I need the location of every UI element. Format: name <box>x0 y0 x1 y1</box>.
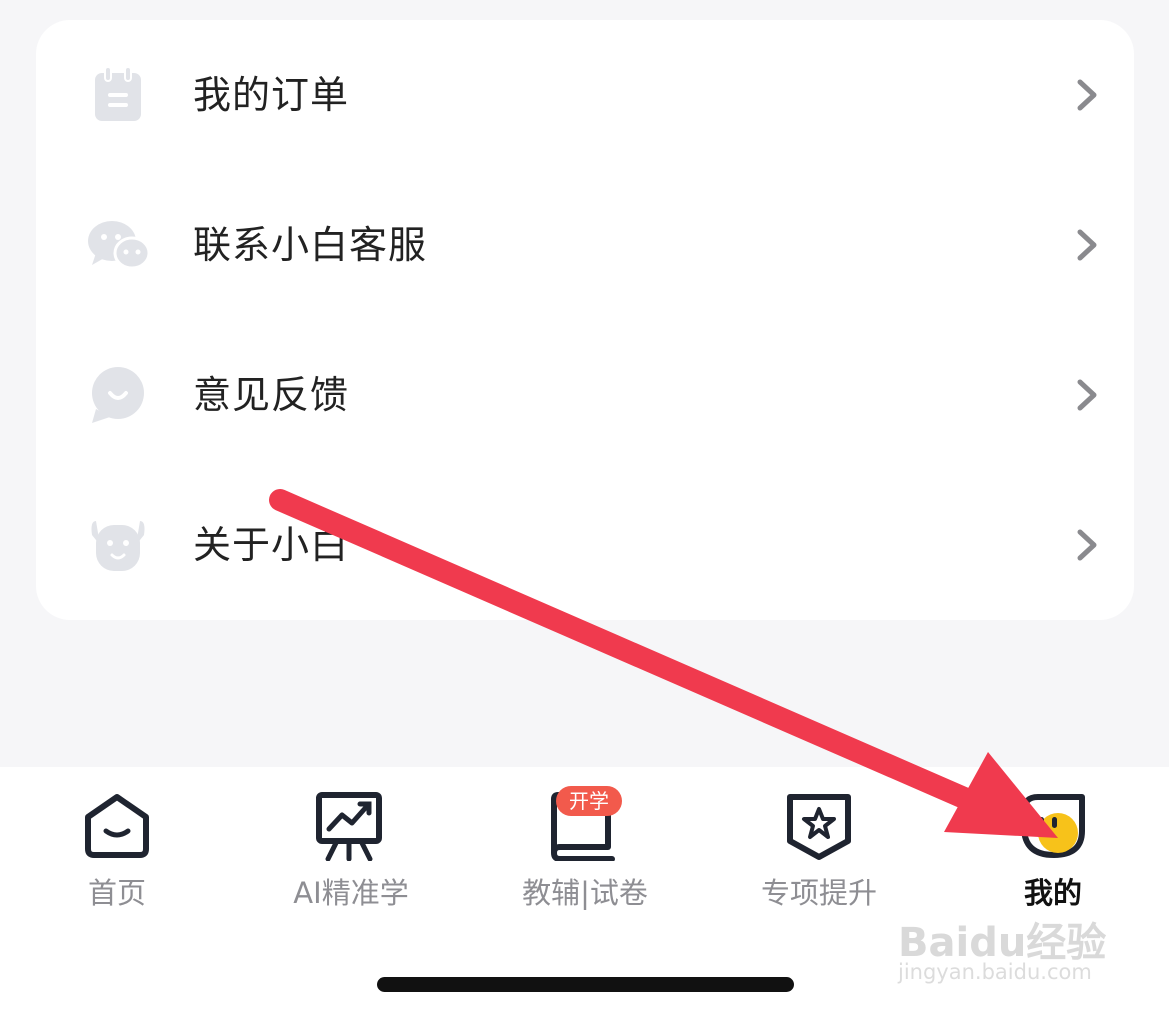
tab-label: 教辅|试卷 <box>522 876 648 910</box>
menu-item-contact-service[interactable]: 联系小白客服 <box>36 170 1134 320</box>
tab-label: 专项提升 <box>760 876 877 910</box>
menu-item-label: 意见反馈 <box>193 373 350 417</box>
tab-ai-learning[interactable]: AI精准学 <box>234 767 468 927</box>
menu-item-label: 联系小白客服 <box>193 223 428 267</box>
tab-label: 首页 <box>87 876 146 910</box>
tab-home[interactable]: 首页 <box>0 767 234 927</box>
chevron-right-icon <box>1077 529 1097 561</box>
star-shield-icon <box>787 794 851 860</box>
profile-face-icon <box>1021 794 1085 858</box>
new-term-badge: 开学 <box>556 786 622 816</box>
home-indicator[interactable] <box>377 977 794 992</box>
chevron-right-icon <box>1077 229 1097 261</box>
tab-special-improve[interactable]: 专项提升 <box>702 767 936 927</box>
tab-label: 我的 <box>1023 876 1082 910</box>
home-icon <box>85 794 149 858</box>
settings-menu-card: 我的订单 联系小白客服 意见反馈 关于小白 <box>36 20 1134 620</box>
menu-item-label: 我的订单 <box>193 73 350 117</box>
chart-board-icon <box>316 792 382 861</box>
watermark-url: jingyan.baidu.com <box>898 960 1092 984</box>
tab-mine[interactable]: 我的 <box>936 767 1169 927</box>
wechat-chat-icon <box>88 221 148 270</box>
chevron-right-icon <box>1077 379 1097 411</box>
baidu-jingyan-watermark: Baidu经验 jingyan.baidu.com <box>898 910 1108 990</box>
menu-item-my-orders[interactable]: 我的订单 <box>36 20 1134 170</box>
feedback-smile-icon <box>92 367 144 423</box>
menu-item-label: 关于小白 <box>193 523 350 567</box>
order-notebook-icon <box>95 66 141 121</box>
chevron-right-icon <box>1077 79 1097 111</box>
dog-face-icon <box>91 521 145 571</box>
menu-item-feedback[interactable]: 意见反馈 <box>36 320 1134 470</box>
menu-item-about[interactable]: 关于小白 <box>36 470 1134 620</box>
tab-label: AI精准学 <box>293 876 409 910</box>
